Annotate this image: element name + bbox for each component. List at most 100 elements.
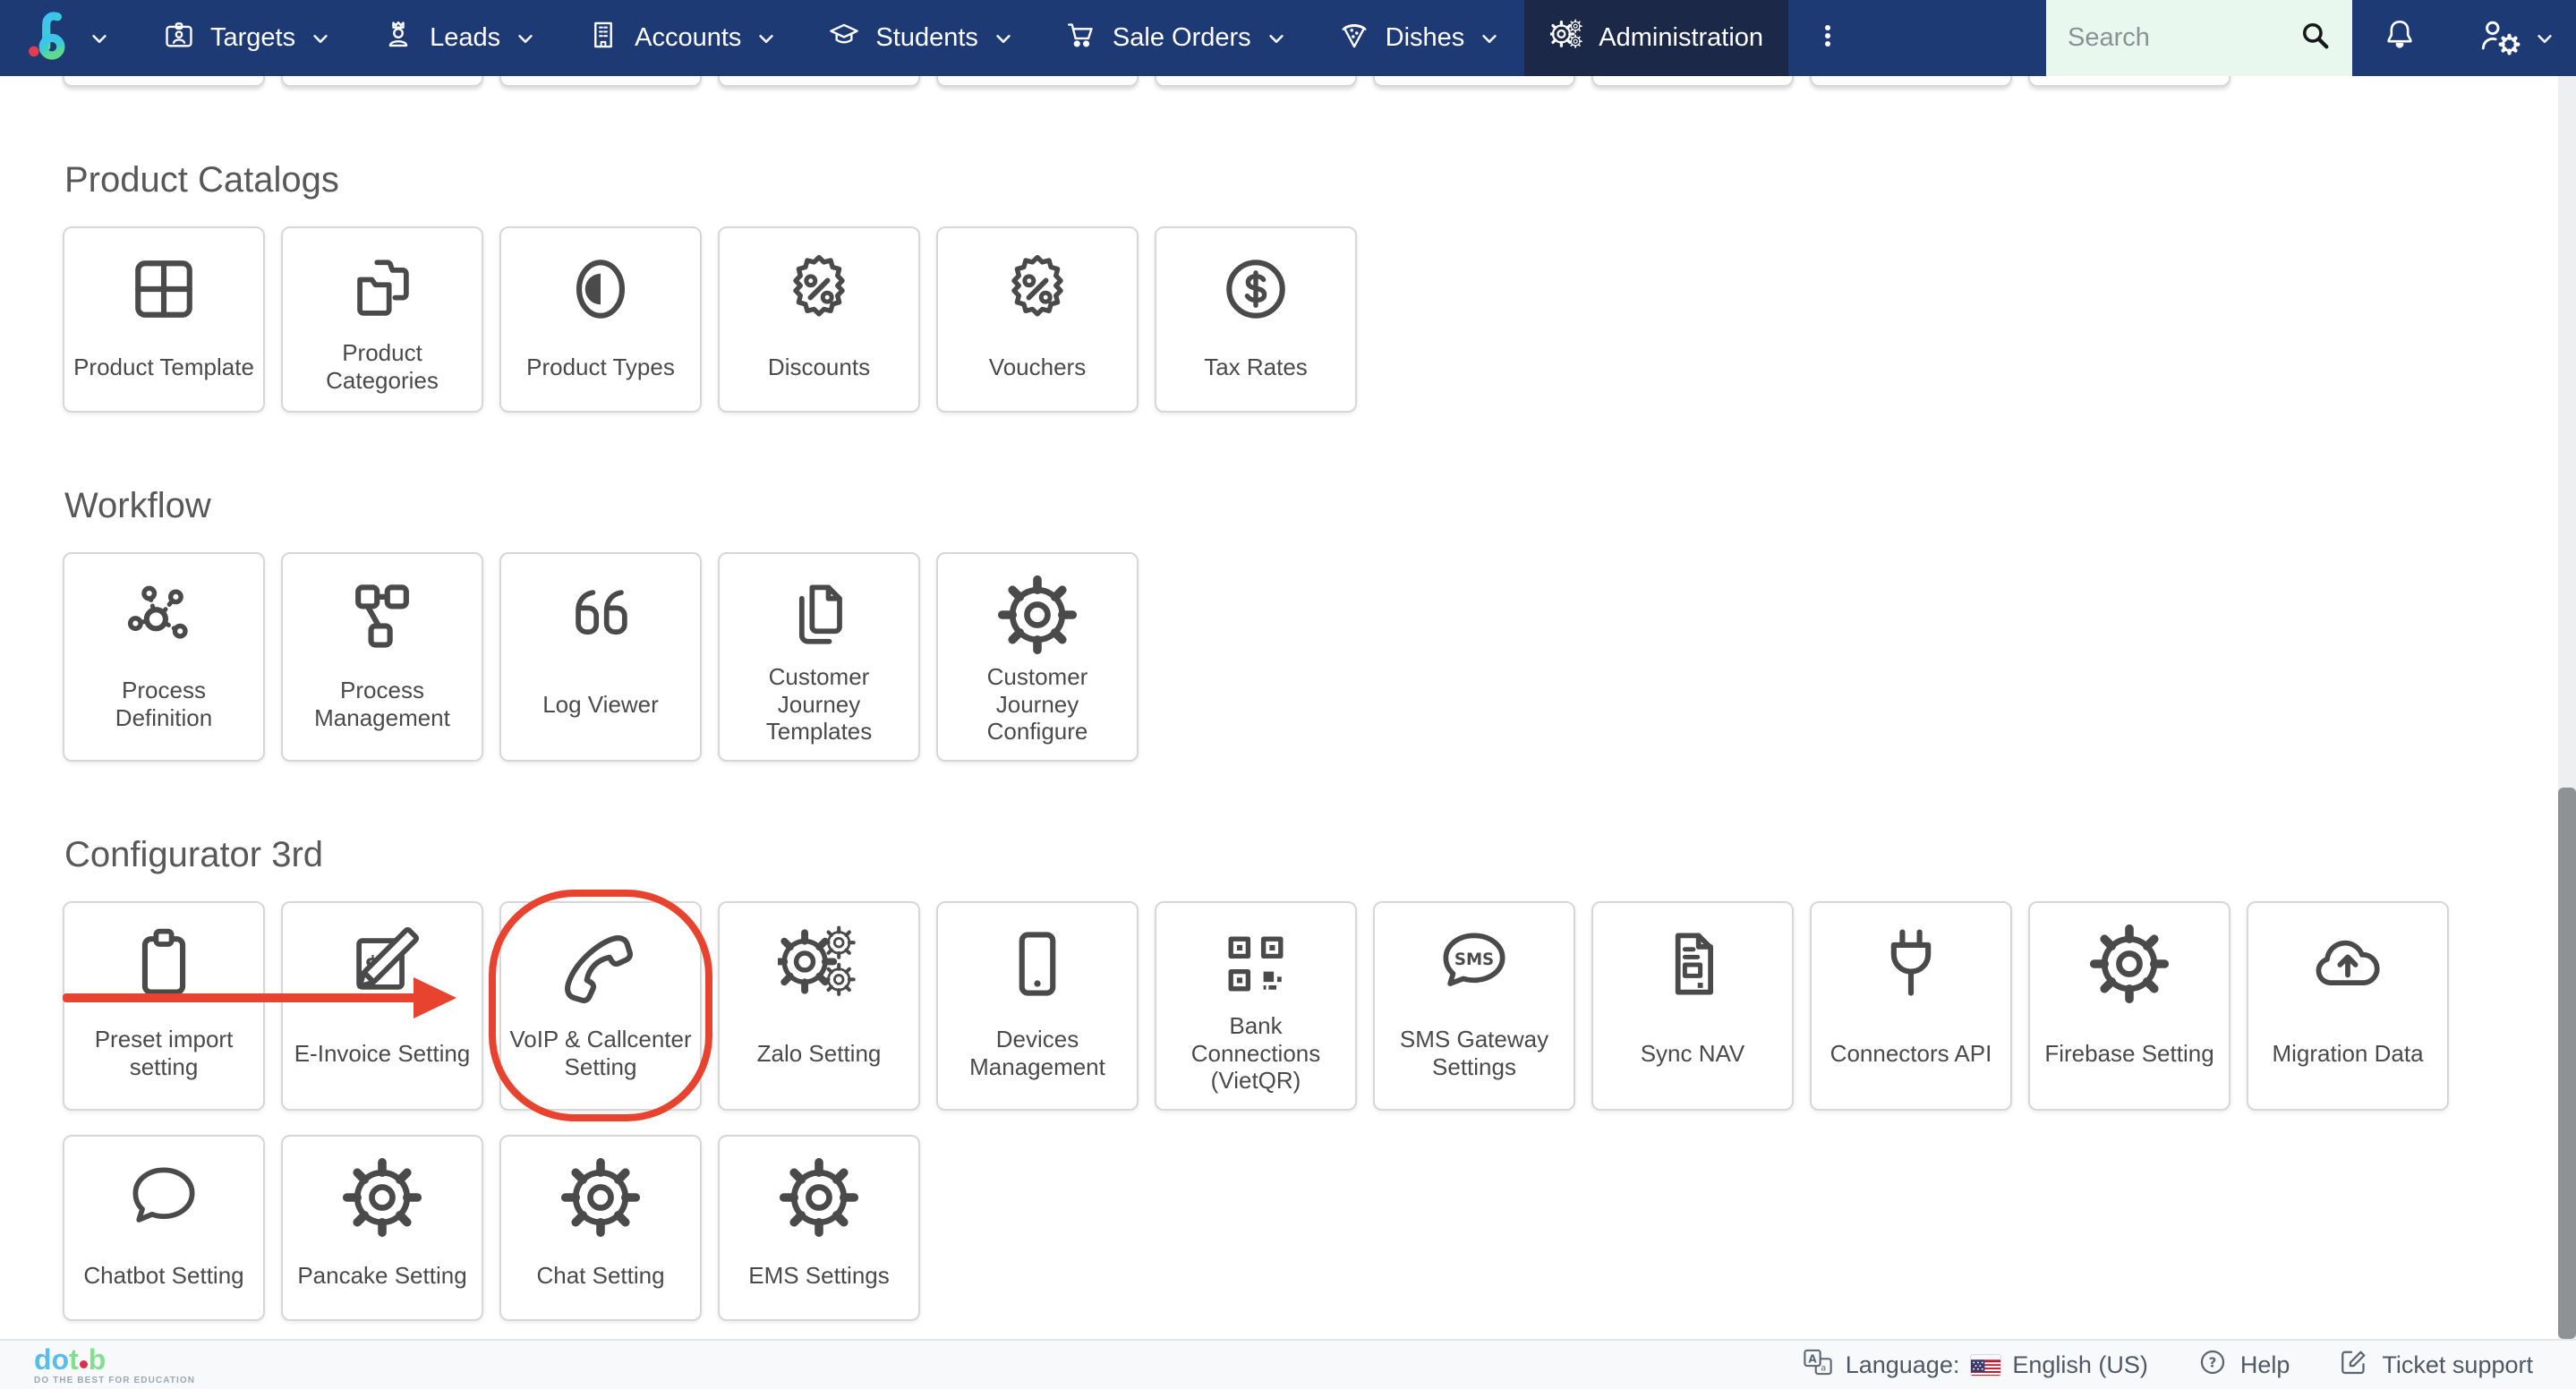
quote-icon [559,574,642,660]
card-label: Customer Journey Templates [765,663,873,746]
building-icon [586,18,620,59]
nav-item-sale-orders[interactable]: Sale Orders [1038,0,1311,76]
card-voip-callcenter-setting[interactable]: VoIP & Callcenter Setting [489,890,712,1122]
card-zalo-setting[interactable]: Zalo Setting [718,901,920,1112]
help-link[interactable]: ? Help [2196,1346,2290,1385]
user-menu-button[interactable] [2447,0,2576,76]
user-gear-icon [2476,15,2522,61]
card-e-invoice-setting[interactable]: $ E-Invoice Setting [281,901,483,1112]
qr-icon [1215,923,1297,1010]
card-process-definition[interactable]: Process Definition [63,552,265,763]
chevron-down-icon [2535,29,2555,48]
card-customer-journey-configure[interactable]: Customer Journey Configure [936,552,1139,763]
footer: dot b DO THE BEST FOR EDUCATION A a Langu… [0,1339,2576,1389]
card-label: Product Template [73,353,254,380]
card-pancake-setting[interactable]: Pancake Setting [281,1135,483,1322]
language-label: Language: [1845,1351,1960,1378]
card-label: Product Types [526,353,675,380]
card-label: Chatbot Setting [83,1261,244,1289]
card-chatbot-setting[interactable]: Chatbot Setting [63,1135,265,1322]
card-label: Pancake Setting [297,1261,467,1289]
language-value: English (US) [2012,1351,2148,1378]
dollar-circle-icon [1215,248,1297,335]
search-icon[interactable] [2299,19,2333,57]
ticket-support-link[interactable]: Ticket support [2338,1346,2533,1385]
card-firebase-setting[interactable]: Firebase Setting [2028,901,2231,1112]
chevron-down-icon [90,29,109,48]
plug-icon [1870,923,1952,1010]
card-sync-nav[interactable]: Sync NAV [1591,901,1794,1112]
b-logo-icon [25,11,72,65]
seal-percent-icon [778,248,860,335]
card-product-types[interactable]: Product Types [499,226,702,413]
svg-text:?: ? [2209,1354,2217,1370]
nav-item-label: Dishes [1385,23,1465,52]
brand-menu[interactable] [0,0,136,76]
pizza-icon [1337,18,1371,59]
flowchart-icon [341,574,423,660]
overflow-menu-button[interactable] [1788,0,1867,76]
tablet-icon [996,923,1079,1010]
nav-item-label: Sale Orders [1112,23,1251,52]
svg-text:SMS: SMS [1454,950,1494,968]
card-connectors-api[interactable]: Connectors API [1810,901,2012,1112]
scrollbar-thumb[interactable] [2558,788,2576,1339]
card-sms-gateway-settings[interactable]: SMS SMS Gateway Settings [1373,901,1575,1112]
card-label: Discounts [767,353,871,380]
cloud-upload-icon [2307,923,2389,1010]
card-chat-setting[interactable]: Chat Setting [499,1135,702,1322]
cart-icon [1064,18,1098,59]
card-bank-connections-vietqr[interactable]: Bank Connections (VietQR) [1155,901,1357,1112]
svg-text:A: A [1808,1352,1817,1365]
chevron-down-icon [994,29,1013,48]
nav-item-dishes[interactable]: Dishes [1311,0,1525,76]
card-label: Sync NAV [1640,1039,1745,1067]
card-label: E-Invoice Setting [294,1039,471,1067]
help-label: Help [2239,1351,2290,1378]
nav-item-label: Administration [1599,23,1764,52]
phone-icon [559,923,642,1010]
folders-icon [341,248,423,335]
gears-cluster-icon [1548,18,1584,59]
nav-item-accounts[interactable]: Accounts [560,0,801,76]
nav-item-administration[interactable]: Administration [1524,0,1789,76]
language-selector[interactable]: A a Language: English (US) [1802,1346,2148,1385]
global-search [2046,0,2352,76]
card-product-categories[interactable]: Product Categories [281,226,483,413]
gear-icon [341,1156,423,1243]
card-product-template[interactable]: Product Template [63,226,265,413]
card-label: Process Management [314,677,450,731]
chevron-down-icon [1267,29,1286,48]
card-log-viewer[interactable]: Log Viewer [499,552,702,763]
nav-item-students[interactable]: Students [801,0,1037,76]
cut-off-card-row [63,60,2501,87]
edit-icon [2338,1346,2370,1385]
card-label: Bank Connections (VietQR) [1190,1012,1321,1095]
section-title: Product Catalogs [64,160,339,200]
card-label: Devices Management [969,1026,1105,1081]
dotb-footer-logo: dot b DO THE BEST FOR EDUCATION [34,1342,196,1385]
ticket-support-label: Ticket support [2382,1351,2533,1378]
card-devices-management[interactable]: Devices Management [936,901,1139,1112]
section-product-catalogs: Product Catalogs Product Template Product … [63,162,2501,413]
card-process-management[interactable]: Process Management [281,552,483,763]
card-label: Preset import setting [94,1026,234,1081]
nav-item-targets[interactable]: Targets [136,0,355,76]
notifications-button[interactable] [2352,0,2447,76]
card-migration-data[interactable]: Migration Data [2247,901,2449,1112]
card-label: Migration Data [2272,1039,2424,1067]
card-discounts[interactable]: Discounts [718,226,920,413]
nav-item-leads[interactable]: Leads [355,0,560,76]
card-vouchers[interactable]: Vouchers [936,226,1139,413]
section-configurator-3rd: Configurator 3rd Preset import setting $ E-… [63,837,2501,1322]
card-customer-journey-templates[interactable]: Customer Journey Templates [718,552,920,763]
search-input[interactable] [2066,22,2299,54]
card-preset-import-setting[interactable]: Preset import setting [63,901,265,1112]
card-label: Connectors API [1830,1039,1992,1067]
settings-page: Product Catalogs Product Template Product … [0,60,2576,1322]
card-ems-settings[interactable]: EMS Settings [718,1135,920,1322]
card-label: Tax Rates [1204,353,1308,380]
card-tax-rates[interactable]: Tax Rates [1155,226,1357,413]
clipboard-icon [123,923,205,1010]
us-flag-icon [1971,1355,2001,1376]
